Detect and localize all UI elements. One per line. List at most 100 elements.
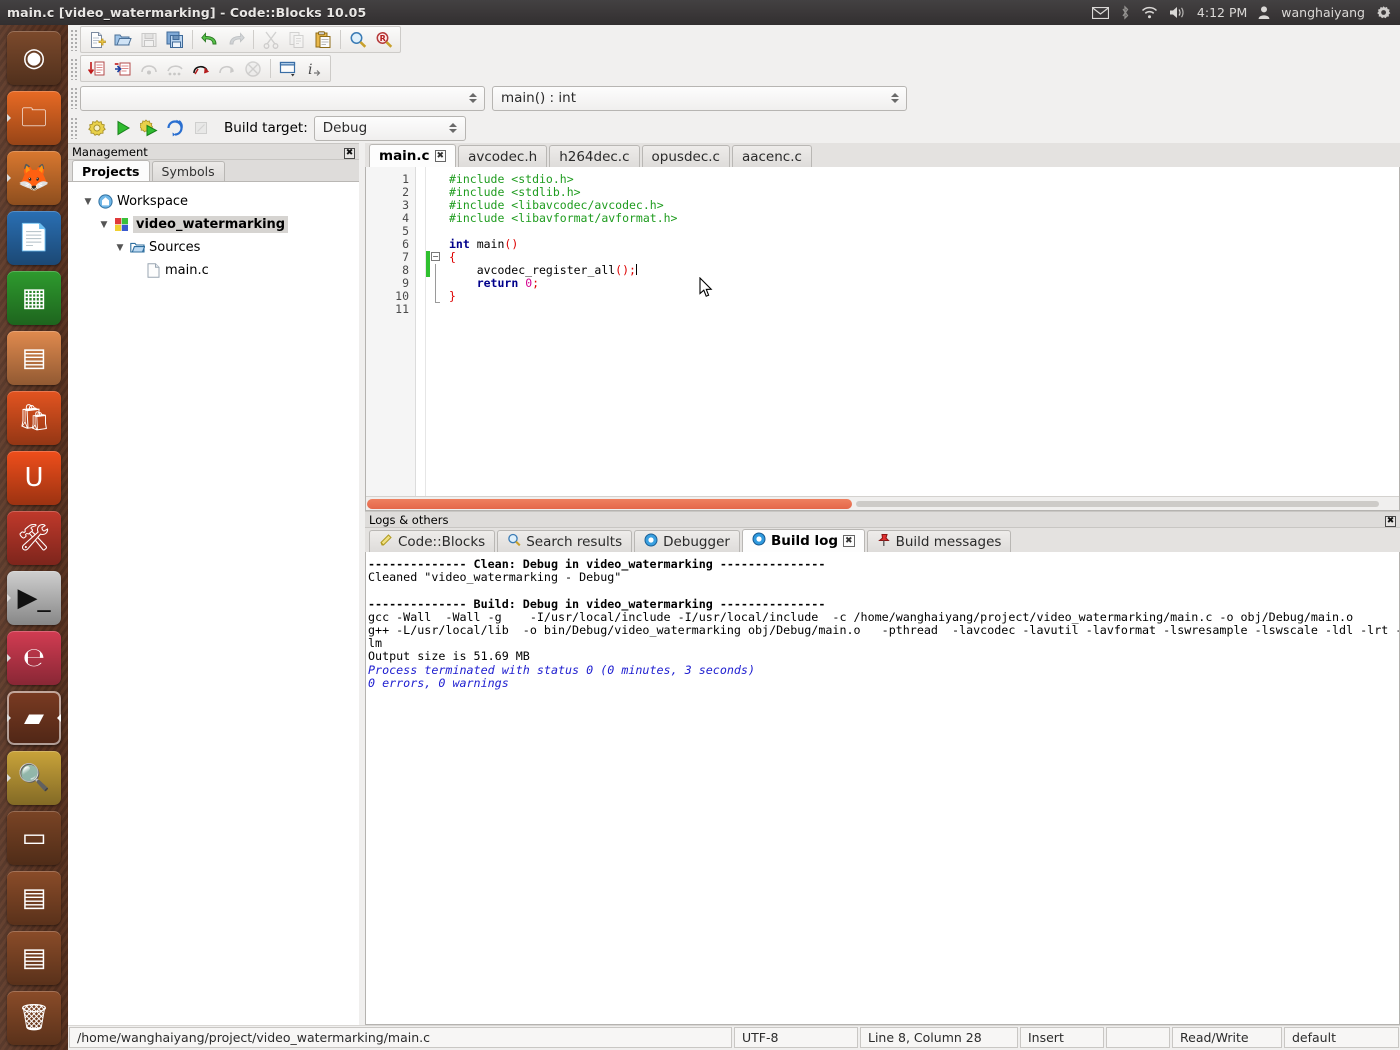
launcher-item-libreoffice-impress[interactable]: ▤ bbox=[7, 331, 61, 385]
run-to-cursor-button[interactable] bbox=[110, 57, 136, 81]
launcher-item-drive-1[interactable]: ▤ bbox=[7, 871, 61, 925]
launcher-item-drive-2[interactable]: ▤ bbox=[7, 931, 61, 985]
launcher-item-software-center[interactable]: 🛍 bbox=[7, 391, 61, 445]
log-tab-build-log-label: Build log bbox=[770, 533, 839, 549]
chevron-down-icon[interactable]: ▼ bbox=[80, 197, 96, 207]
launcher-item-trash[interactable]: 🗑 bbox=[7, 991, 61, 1045]
code-editor[interactable]: 1234567891011 − #include <stdi bbox=[365, 167, 1400, 511]
chevron-updown-icon[interactable] bbox=[466, 93, 479, 103]
editor-tab-avcodec-h[interactable]: avcodec.h bbox=[458, 145, 548, 167]
clipboard-paste-button[interactable] bbox=[310, 28, 336, 52]
find-button[interactable] bbox=[345, 28, 371, 52]
build-button[interactable] bbox=[84, 116, 110, 140]
clock[interactable]: 4:12 PM bbox=[1197, 5, 1247, 20]
username[interactable]: wanghaiyang bbox=[1281, 5, 1365, 20]
log-tab-debugger[interactable]: Debugger bbox=[634, 530, 740, 552]
toolbar-separator bbox=[192, 30, 193, 49]
envelope-icon[interactable] bbox=[1091, 6, 1109, 19]
launcher-item-image-viewer[interactable]: 🔍 bbox=[7, 751, 61, 805]
launcher-item-system-settings[interactable]: 🛠 bbox=[7, 511, 61, 565]
next-instruction-button[interactable] bbox=[162, 57, 188, 81]
save-button[interactable] bbox=[136, 28, 162, 52]
editor-tab-main-c[interactable]: main.c ✖ bbox=[369, 144, 457, 167]
launcher-item-workspace-switcher[interactable]: ▭ bbox=[7, 811, 61, 865]
breakpoint-gutter[interactable] bbox=[416, 167, 426, 496]
tree-node-sources[interactable]: ▼ Sources bbox=[68, 236, 359, 259]
scrollbar-trough[interactable] bbox=[856, 501, 1379, 507]
tab-projects[interactable]: Projects bbox=[72, 160, 150, 181]
scope-combo[interactable] bbox=[80, 85, 485, 111]
launcher-item-ubuntu-one[interactable]: U bbox=[7, 451, 61, 505]
tree-node-workspace[interactable]: ▼ Workspace bbox=[68, 190, 359, 213]
tab-symbols[interactable]: Symbols bbox=[151, 161, 225, 181]
management-caption-label: Management bbox=[72, 144, 148, 159]
step-out-button[interactable] bbox=[214, 57, 240, 81]
log-tab-build-log[interactable]: Build log ✖ bbox=[741, 529, 865, 552]
rebuild-button[interactable] bbox=[162, 116, 188, 140]
toolbar-grip[interactable] bbox=[70, 57, 78, 80]
logs-close-button[interactable]: ✖ bbox=[1385, 512, 1396, 527]
codeblocks-window: R i main(): int Build target: Debug Man… bbox=[68, 25, 1400, 1050]
editor-tab-aacenc-c[interactable]: aacenc.c bbox=[731, 145, 812, 167]
scrollbar-thumb[interactable] bbox=[367, 499, 852, 509]
toolbar-grip[interactable] bbox=[70, 87, 78, 109]
abort-button[interactable] bbox=[188, 116, 214, 140]
launcher-item-firefox[interactable]: 🦊 bbox=[7, 151, 61, 205]
gear-icon[interactable] bbox=[1376, 5, 1391, 20]
editor-tab-opusdec-c[interactable]: opusdec.c bbox=[641, 145, 730, 167]
fold-collapse-icon[interactable]: − bbox=[431, 252, 440, 261]
editor-horizontal-scrollbar[interactable] bbox=[366, 496, 1399, 510]
chevron-down-icon[interactable]: ▼ bbox=[112, 243, 128, 253]
build-log-output[interactable]: -------------- Clean: Debug in video_wat… bbox=[365, 552, 1400, 1025]
tree-node-project[interactable]: ▼ video_watermarking bbox=[68, 213, 359, 236]
management-close-button[interactable]: ✖ bbox=[344, 144, 355, 159]
redo-button[interactable] bbox=[223, 28, 249, 52]
editor-tab-h264dec-c[interactable]: h264dec.c bbox=[549, 145, 640, 167]
save-all-button[interactable] bbox=[162, 28, 188, 52]
launcher-item-codeblocks[interactable]: ▰ bbox=[7, 691, 61, 745]
close-icon[interactable]: ✖ bbox=[843, 535, 855, 547]
cut-button[interactable] bbox=[258, 28, 284, 52]
launcher-item-files[interactable]: 🗀 bbox=[7, 91, 61, 145]
tree-node-file[interactable]: main.c bbox=[68, 259, 359, 282]
chevron-down-icon[interactable]: ▼ bbox=[96, 220, 112, 230]
run-button[interactable] bbox=[110, 116, 136, 140]
toolbar-grip[interactable] bbox=[70, 28, 78, 51]
launcher-item-libreoffice-writer[interactable]: 📄 bbox=[7, 211, 61, 265]
log-tab-search-results[interactable]: Search results bbox=[497, 530, 633, 552]
launcher-item-evince[interactable]: ℮ bbox=[7, 631, 61, 685]
code-text[interactable]: #include <stdio.h> #include <stdlib.h> #… bbox=[446, 167, 1399, 496]
replace-button[interactable]: R bbox=[371, 28, 397, 52]
status-profile: default bbox=[1284, 1027, 1399, 1048]
stop-debugger-button[interactable] bbox=[240, 57, 266, 81]
undo-button[interactable] bbox=[197, 28, 223, 52]
volume-icon[interactable] bbox=[1169, 6, 1186, 19]
step-into-button[interactable] bbox=[188, 57, 214, 81]
function-combo[interactable]: main() : int bbox=[492, 85, 907, 111]
fold-gutter[interactable]: − bbox=[430, 167, 446, 496]
new-file-button[interactable] bbox=[84, 28, 110, 52]
debugging-windows-button[interactable] bbox=[275, 57, 301, 81]
launcher-item-terminal[interactable]: ▶_ bbox=[7, 571, 61, 625]
chevron-updown-icon[interactable] bbox=[888, 93, 901, 103]
toolbar-grip[interactable] bbox=[70, 117, 78, 139]
log-tab-codeblocks[interactable]: Code::Blocks bbox=[369, 530, 496, 552]
next-line-button[interactable] bbox=[136, 57, 162, 81]
debug-continue-button[interactable] bbox=[84, 57, 110, 81]
build-toolbar: Build target: Debug bbox=[68, 113, 1400, 143]
code-area[interactable]: 1234567891011 − #include <stdi bbox=[366, 167, 1399, 496]
debugger-info-button[interactable]: i bbox=[301, 57, 327, 81]
build-and-run-button[interactable] bbox=[136, 116, 162, 140]
log-tab-build-messages[interactable]: Build messages bbox=[866, 530, 1012, 552]
launcher-item-ubuntu-dash[interactable]: ◉ bbox=[7, 31, 61, 85]
close-icon[interactable]: ✖ bbox=[434, 150, 447, 162]
open-file-button[interactable] bbox=[110, 28, 136, 52]
copy-button[interactable] bbox=[284, 28, 310, 52]
build-target-combo[interactable]: Debug bbox=[313, 115, 466, 141]
bluetooth-icon[interactable] bbox=[1120, 5, 1130, 20]
launcher-item-libreoffice-calc[interactable]: ▦ bbox=[7, 271, 61, 325]
chevron-updown-icon[interactable] bbox=[447, 123, 460, 133]
terminal-icon: ▶_ bbox=[17, 583, 51, 613]
wifi-icon[interactable] bbox=[1141, 6, 1158, 19]
toolbar-area: R i main(): int Build target: Debug bbox=[68, 25, 1400, 143]
